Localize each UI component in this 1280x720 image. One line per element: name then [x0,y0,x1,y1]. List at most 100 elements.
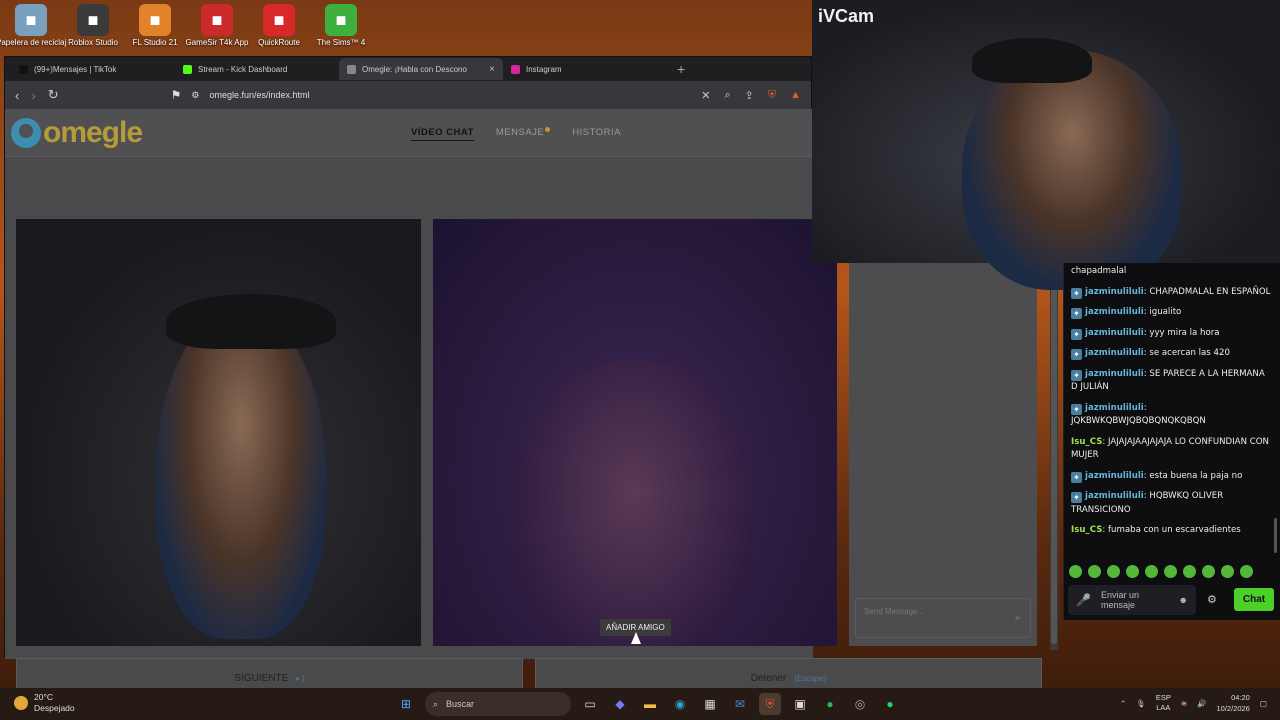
emote-icon[interactable] [1221,565,1234,578]
desktop-icon-0[interactable]: ■ Papelera de reciclaje [0,0,66,56]
chat-text: : igualito [1143,307,1182,317]
omegle-logo[interactable]: omegle [11,116,143,150]
mute-icon[interactable]: ✕ [701,89,710,102]
url-field[interactable]: ⚑ ⚙ omegle.fun/es/index.html [71,85,690,105]
bookmark-icon[interactable]: ⚑ [171,88,182,102]
send-message-placeholder: Send Message... [864,607,925,616]
desktop-icon-label: The Sims™ 4 [316,38,366,47]
store-icon[interactable]: ▦ [699,693,721,715]
emote-icon[interactable] [1183,565,1196,578]
address-bar-row: ‹ › ↻ ⚑ ⚙ omegle.fun/es/index.html ✕ ⌕ ⇪… [5,81,811,109]
discord-icon[interactable]: ◎ [849,693,871,715]
chat-username[interactable]: jazminuliluli [1085,491,1144,501]
tab-0[interactable]: (99+)Mensajes | TikTok [11,58,175,80]
share-icon[interactable]: ⇪ [745,89,754,102]
chat-message: ✦ jazminuliluli: HQBWKQ OLIVER TRANSICION… [1071,490,1273,517]
tab-label: Instagram [526,64,562,74]
local-video [16,219,421,646]
brave-shield-icon[interactable]: ⛨ [768,89,776,102]
chat-message: ✦ jazminuliluli: CHAPADMALAL EN ESPAÑOL [1071,286,1273,300]
omegle-icon [347,64,356,74]
search-icon: ⌕ [433,698,439,709]
desktop-icon-5[interactable]: ■ The Sims™ 4 [310,0,372,56]
widgets-icon[interactable]: ◆ [609,693,631,715]
ivcam-taskbar-icon[interactable]: ▣ [789,693,811,715]
desktop-icon-1[interactable]: ■ Roblox Studio [62,0,124,56]
chat-send-button[interactable]: Chat [1234,588,1274,611]
chat-text: : CHAPADMALAL EN ESPAÑOL [1143,286,1271,297]
start-icon[interactable]: ⊞ [395,693,417,715]
subscriber-badge-icon: ✦ [1071,349,1082,360]
language-indicator[interactable]: ESP LAA [1156,693,1171,713]
chat-username[interactable]: jazminuliluli [1085,369,1144,379]
desktop-icon-2[interactable]: ■ FL Studio 21 [124,0,186,56]
emoji-icon[interactable]: ☻ [1179,595,1188,605]
close-tab-icon[interactable]: × [489,64,495,75]
emote-icon[interactable] [1202,565,1215,578]
emote-icon[interactable] [1240,565,1253,578]
nav-mensaje[interactable]: MENSAJE [496,127,551,141]
chat-username[interactable]: jazminuliluli [1085,471,1144,481]
chat-username[interactable]: jazminuliluli [1085,307,1144,317]
ivcam-title: iVCam [818,6,875,26]
emote-icon[interactable] [1126,565,1139,578]
tab-1[interactable]: Stream - Kick Dashboard [175,58,339,80]
whatsapp-icon[interactable]: ● [879,693,901,715]
chat-input-placeholder: Enviar un mensaje [1100,590,1139,610]
send-icon[interactable]: ➤ [1014,613,1022,624]
brave-rewards-icon[interactable]: ▲ [790,89,801,102]
taskbar-search[interactable]: ⌕ Buscar [425,692,571,716]
wifi-icon[interactable]: ≋ [1181,699,1187,708]
chat-username[interactable]: Isu_CS [1071,525,1102,535]
emote-icon[interactable] [1069,565,1082,578]
chevron-up-icon[interactable]: ⌃ [1120,699,1126,708]
quickroute-icon: ■ [263,4,295,36]
chat-username[interactable]: jazminuliluli [1085,287,1144,297]
chat-username[interactable]: jazminuliluli [1085,403,1144,413]
chat-message: ✦ jazminuliluli: SE PARECE A LA HERMANA D… [1071,368,1273,395]
back-icon[interactable]: ‹ [15,88,19,103]
mic-tray-icon[interactable]: 🎙 [1136,699,1146,708]
subscriber-badge-icon: ✦ [1071,369,1082,381]
url-text: omegle.fun/es/index.html [209,90,310,100]
remote-video: AÑADIR AMIGO [433,219,837,646]
chat-scrollbar[interactable] [1274,518,1277,553]
site-info-icon[interactable]: ⚙ [191,90,199,101]
notification-icon[interactable]: ▢ [1260,699,1267,708]
clock[interactable]: 04:20 10/2/2026 [1216,692,1249,714]
recycle-bin-icon: ■ [15,4,47,36]
nav-video-chat[interactable]: VÍDEO CHAT [411,127,474,141]
mail-icon[interactable]: ✉ [729,693,751,715]
emote-bar [1069,565,1253,578]
chat-username[interactable]: jazminuliluli [1085,348,1144,358]
volume-icon[interactable]: 🔊 [1197,699,1206,708]
desktop-icon-3[interactable]: ■ GameSir T4k App [186,0,249,56]
emote-icon[interactable] [1107,565,1120,578]
brave-icon[interactable]: ⛨ [759,693,781,715]
tab-3[interactable]: Instagram [503,58,667,80]
nav-historia[interactable]: HISTORIA [572,127,621,141]
emote-icon[interactable] [1088,565,1101,578]
chat-username[interactable]: Isu_CS [1071,437,1102,447]
zoom-icon[interactable]: ⌕ [724,89,730,102]
gear-icon[interactable]: ⚙ [1207,593,1217,606]
emote-icon[interactable] [1145,565,1158,578]
new-tab-button[interactable]: + [677,61,685,77]
chat-text: : se acercan las 420 [1143,348,1230,358]
spotify-icon[interactable]: ● [819,693,841,715]
tab-2[interactable]: Omegle: ¡Habla con Descono × [339,58,503,80]
send-message-input[interactable]: Send Message... ➤ [855,598,1031,638]
weather-widget[interactable]: 20°C Despejado [14,692,75,714]
kick-icon [183,64,192,74]
desktop-icon-4[interactable]: ■ QuickRoute [248,0,310,56]
chat-username[interactable]: jazminuliluli [1085,328,1144,338]
next-button-hint: ▸ | [296,673,305,683]
reload-icon[interactable]: ↻ [48,87,59,103]
edge-icon[interactable]: ◉ [669,693,691,715]
file-explorer-icon[interactable]: ▬ [639,693,661,715]
task-view-icon[interactable]: ▭ [579,693,601,715]
chat-input[interactable]: 🎤 Enviar un mensaje ☻ [1068,585,1196,615]
forward-icon[interactable]: › [31,88,35,103]
emote-icon[interactable] [1164,565,1177,578]
mic-icon[interactable]: 🎤 [1076,593,1091,607]
